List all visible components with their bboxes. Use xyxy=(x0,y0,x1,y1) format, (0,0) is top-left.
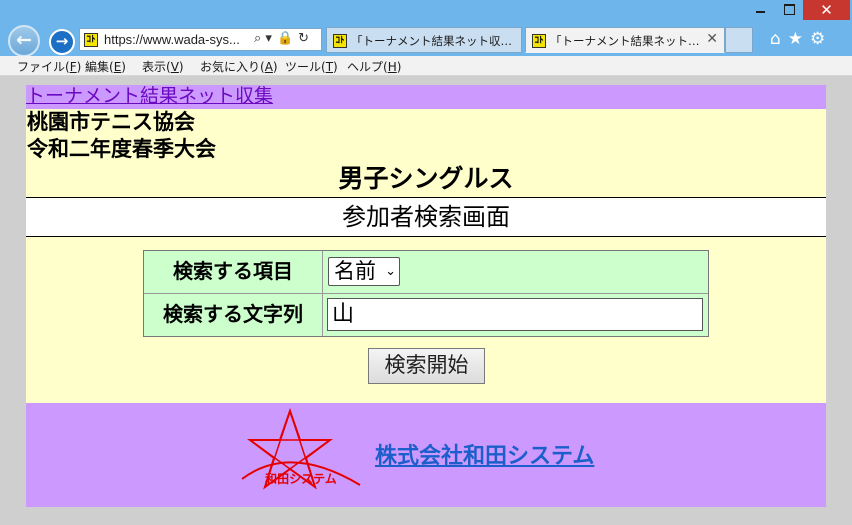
tab-favicon-icon: ｺﾄ xyxy=(333,34,347,48)
back-arrow-icon: ← xyxy=(16,29,32,51)
menu-bar: ファイル(F) 編集(E) 表示(V) お気に入り(A) ツール(T) ヘルプ(… xyxy=(0,56,852,76)
minimize-button[interactable] xyxy=(745,0,775,20)
site-home-link[interactable]: トーナメント結果ネット収集 xyxy=(26,85,273,107)
logo-text: 和田システム xyxy=(264,471,337,486)
close-window-button[interactable]: ✕ xyxy=(803,0,850,20)
search-item-select[interactable]: 名前 ⌄ xyxy=(328,257,400,286)
home-icon[interactable]: ⌂ xyxy=(770,29,781,49)
menu-favorites[interactable]: お気に入り(A) xyxy=(200,58,278,75)
search-text-row: 検索する文字列 山 xyxy=(144,294,708,336)
forward-button[interactable]: → xyxy=(49,29,75,55)
tab-favicon-icon: ｺﾄ xyxy=(532,34,546,48)
menu-edit[interactable]: 編集(E) xyxy=(85,58,126,75)
search-table: 検索する項目 名前 ⌄ 検索する文字列 山 xyxy=(143,250,709,337)
menu-view[interactable]: 表示(V) xyxy=(142,58,184,75)
tab-label: 「トーナメント結果ネット収集」... xyxy=(550,34,702,48)
address-bar[interactable]: ｺﾄ https://www.wada-sys... ⌕ ▾ 🔒 ↻ xyxy=(79,28,322,51)
menu-file[interactable]: ファイル(F) xyxy=(17,58,81,75)
tournament-info: 桃園市テニス協会 令和二年度春季大会 男子シングルス xyxy=(26,109,826,197)
search-text-label: 検索する文字列 xyxy=(144,294,323,336)
search-item-value: 名前 xyxy=(334,259,376,283)
search-item-label: 検索する項目 xyxy=(144,251,323,293)
search-form: 検索する項目 名前 ⌄ 検索する文字列 山 検索開始 xyxy=(26,237,826,403)
address-icons: ⌕ ▾ 🔒 ↻ xyxy=(254,31,314,46)
search-text-input[interactable]: 山 xyxy=(327,298,703,331)
forward-arrow-icon: → xyxy=(55,32,69,50)
tab-close-icon[interactable]: ✕ xyxy=(706,31,718,47)
screen-title: 参加者検索画面 xyxy=(26,197,826,237)
search-dropdown-icon[interactable]: ⌕ ▾ xyxy=(254,31,272,46)
maximize-icon xyxy=(783,4,795,15)
menu-tools[interactable]: ツール(T) xyxy=(285,58,338,75)
search-start-button[interactable]: 検索開始 xyxy=(368,348,485,384)
tab-label: 「トーナメント結果ネット収集」トー... xyxy=(351,34,521,48)
refresh-icon[interactable]: ↻ xyxy=(298,31,309,46)
tournament-name: 令和二年度春季大会 xyxy=(27,137,216,161)
minimize-icon xyxy=(755,10,765,13)
new-tab-button[interactable] xyxy=(725,27,753,53)
close-icon: ✕ xyxy=(820,1,833,19)
wada-system-logo: 和田システム xyxy=(241,407,361,490)
page-content: トーナメント結果ネット収集 桃園市テニス協会 令和二年度春季大会 男子シングルス… xyxy=(26,85,826,507)
address-text[interactable]: https://www.wada-sys... xyxy=(104,32,250,47)
navigation-bar: ← → ｺﾄ https://www.wada-sys... ⌕ ▾ 🔒 ↻ ｺﾄ … xyxy=(0,24,852,57)
footer: 和田システム 株式会社和田システム xyxy=(26,403,826,507)
tab-1[interactable]: ｺﾄ 「トーナメント結果ネット収集」トー... xyxy=(326,27,522,53)
browser-toolbar-icons: ⌂ ★ ⚙ xyxy=(770,29,832,49)
menu-help[interactable]: ヘルプ(H) xyxy=(347,58,401,75)
lock-icon[interactable]: 🔒 xyxy=(277,31,293,46)
organization-name: 桃園市テニス協会 xyxy=(27,110,195,134)
title-bar: ✕ xyxy=(0,0,852,24)
settings-gear-icon[interactable]: ⚙ xyxy=(810,29,825,49)
maximize-button[interactable] xyxy=(775,0,803,20)
tab-2-active[interactable]: ｺﾄ 「トーナメント結果ネット収集」... ✕ xyxy=(525,27,725,53)
company-link[interactable]: 株式会社和田システム xyxy=(375,438,594,470)
site-favicon-icon: ｺﾄ xyxy=(84,33,98,47)
chevron-down-icon: ⌄ xyxy=(385,264,396,279)
page-viewport: トーナメント結果ネット収集 桃園市テニス協会 令和二年度春季大会 男子シングルス… xyxy=(0,76,852,525)
search-item-row: 検索する項目 名前 ⌄ xyxy=(144,251,708,294)
favorites-star-icon[interactable]: ★ xyxy=(788,29,803,49)
back-button[interactable]: ← xyxy=(8,25,40,57)
site-header: トーナメント結果ネット収集 xyxy=(26,85,826,109)
event-name: 男子シングルス xyxy=(338,164,514,193)
